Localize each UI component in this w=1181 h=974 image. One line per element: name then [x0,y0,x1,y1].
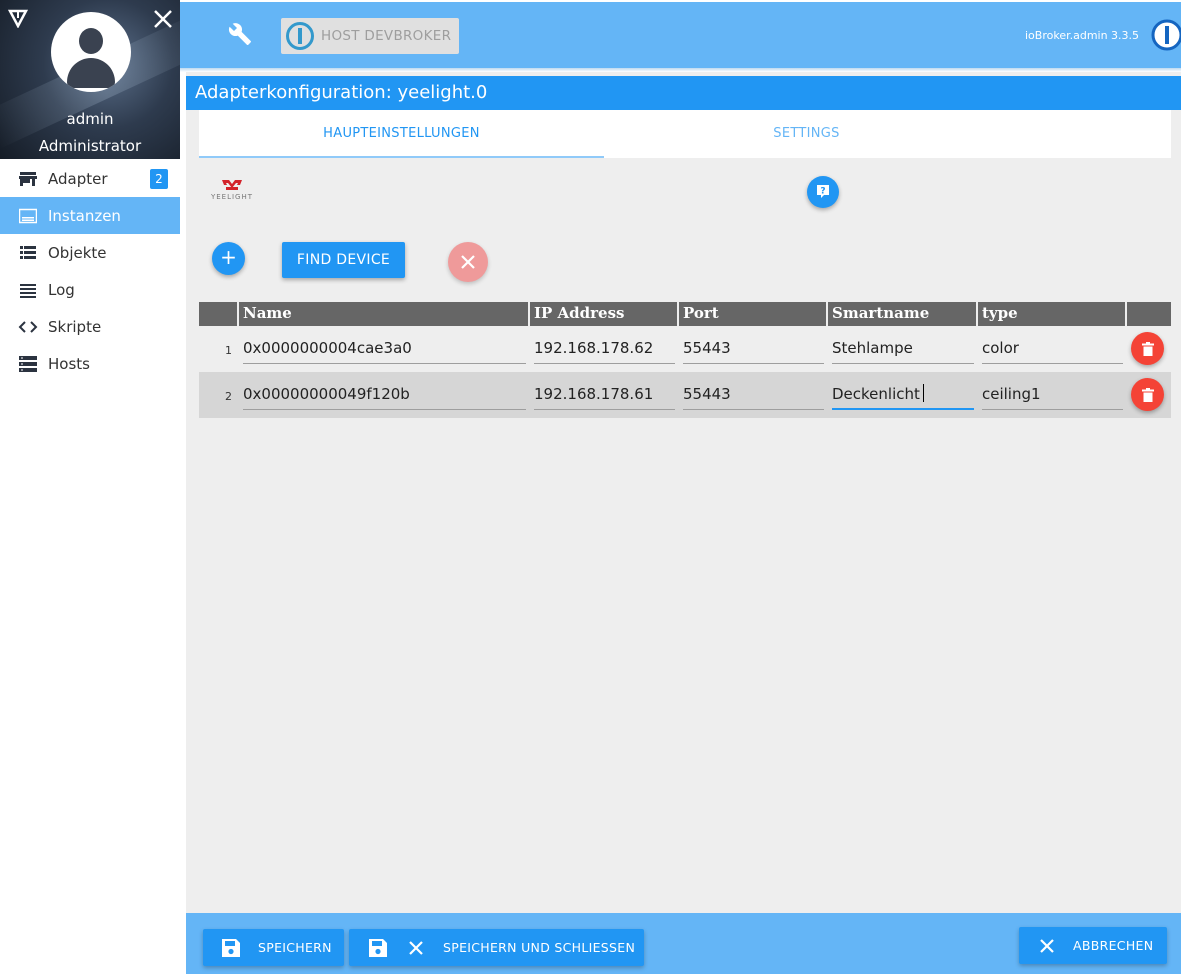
sidebar: admin Administrator Adapter 2 Instanzen … [0,0,180,974]
version-label: ioBroker.admin 3.3.5 [1025,29,1140,42]
iobroker-logo-icon [1151,19,1181,51]
config-tabs: HAUPTEINSTELLUNGEN SETTINGS [199,110,1171,158]
tab-settings[interactable]: SETTINGS [604,110,1009,158]
sidebar-item-label: Log [48,280,75,299]
main-panel [186,72,1181,974]
help-button[interactable]: ? [807,176,839,208]
type-field[interactable]: ceiling1 [982,380,1123,410]
ip-field[interactable]: 192.168.178.61 [534,380,675,410]
name-field[interactable]: 0x00000000049f120b [243,380,526,410]
smartname-field[interactable]: Stehlampe [832,334,974,364]
store-icon [18,169,38,189]
list-icon [18,243,38,263]
sidebar-item-skripte[interactable]: Skripte [0,308,180,345]
profile-header: admin Administrator [0,0,180,159]
ip-field[interactable]: 192.168.178.62 [534,334,675,364]
column-header-smartname: Smartname [832,304,930,322]
save-label: SPEICHERN [258,940,332,955]
port-field[interactable]: 55443 [683,334,824,364]
host-label: HOST DEVBROKER [321,28,452,44]
save-icon [220,937,242,959]
sidebar-nav: Adapter 2 Instanzen Objekte Log Skripte … [0,160,180,382]
sidebar-item-adapter[interactable]: Adapter 2 [0,160,180,197]
host-button[interactable]: HOST DEVBROKER [281,18,459,54]
device-table: Name IP Address Port Smartname type 1 0x… [199,302,1171,418]
adapter-count-badge: 2 [150,169,168,189]
sidebar-item-label: Skripte [48,317,102,336]
column-header-port: Port [683,304,719,322]
cancel-search-button[interactable] [448,242,488,282]
type-field[interactable]: color [982,334,1123,364]
instances-icon [18,206,38,226]
add-device-button[interactable]: + [212,242,245,275]
row-number: 2 [225,390,232,403]
table-header: Name IP Address Port Smartname type [199,302,1171,326]
delete-row-button[interactable] [1131,332,1164,365]
save-and-close-label: SPEICHERN UND SCHLIESSEN [443,940,636,955]
sidebar-item-label: Objekte [48,243,107,262]
close-icon [1036,935,1058,957]
table-row: 1 0x0000000004cae3a0 192.168.178.62 5544… [199,326,1171,372]
save-button[interactable]: SPEICHERN [203,929,344,966]
row-number: 1 [225,344,232,357]
smartname-field[interactable]: Deckenlicht [832,380,974,410]
text-cursor [922,384,924,402]
user-name: admin [66,110,114,128]
wrench-icon[interactable] [228,22,252,46]
smartname-value: Deckenlicht [832,385,920,403]
save-and-close-button[interactable]: SPEICHERN UND SCHLIESSEN [349,929,644,966]
column-header-name: Name [243,304,292,322]
server-icon [18,354,38,374]
sidebar-item-hosts[interactable]: Hosts [0,345,180,382]
svg-text:?: ? [820,187,825,197]
sidebar-item-objekte[interactable]: Objekte [0,234,180,271]
tab-haupteinstellungen[interactable]: HAUPTEINSTELLUNGEN [199,110,604,158]
sidebar-item-instanzen[interactable]: Instanzen [0,197,180,234]
find-device-button[interactable]: FIND DEVICE [282,242,405,278]
cancel-label: ABBRECHEN [1073,938,1154,953]
cancel-button[interactable]: ABBRECHEN [1019,927,1167,964]
avatar [51,12,131,92]
yeelight-logo: YEELIGHT [206,178,258,204]
name-field[interactable]: 0x0000000004cae3a0 [243,334,526,364]
iobroker-logo-icon [286,22,314,50]
save-icon [367,937,389,959]
sidebar-item-label: Instanzen [48,206,121,225]
trash-icon [1141,341,1154,356]
menu-lines-icon [18,280,38,300]
triangle-logo-icon[interactable] [8,8,28,28]
user-role: Administrator [38,137,142,155]
sidebar-item-label: Hosts [48,354,90,373]
code-icon [18,317,38,337]
delete-row-button[interactable] [1131,378,1164,411]
trash-icon [1141,387,1154,402]
sidebar-item-label: Adapter [48,169,108,188]
close-icon [405,937,427,959]
table-row: 2 0x00000000049f120b 192.168.178.61 5544… [199,372,1171,418]
column-header-ip: IP Address [534,304,625,322]
column-header-type: type [982,304,1018,322]
port-field[interactable]: 55443 [683,380,824,410]
close-icon[interactable] [152,8,174,30]
page-title: Adapterkonfiguration: yeelight.0 [186,76,1181,110]
help-icon: ? [817,185,829,198]
close-icon [461,255,475,269]
sidebar-item-log[interactable]: Log [0,271,180,308]
